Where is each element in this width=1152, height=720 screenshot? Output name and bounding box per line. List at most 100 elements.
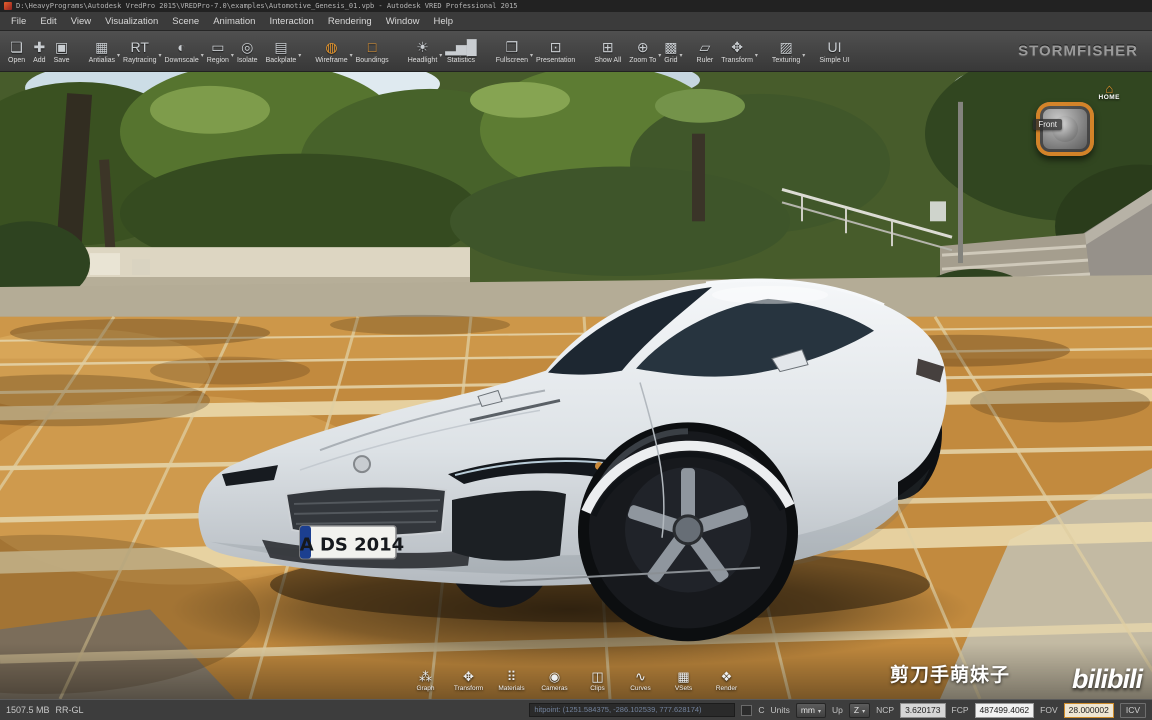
dock-button-label: Transform bbox=[453, 685, 484, 692]
dropdown-arrow-icon[interactable] bbox=[755, 44, 758, 62]
toolbar-button[interactable]: RT Raytracing bbox=[119, 31, 160, 71]
menubar: File Edit View Visualization Scene Anima… bbox=[0, 12, 1152, 31]
toolbar-button-icon: ✥ bbox=[731, 39, 743, 55]
toolbar-button-label: Raytracing bbox=[123, 57, 157, 64]
dock-button-label: VSets bbox=[674, 685, 693, 692]
toolbar-button-label: Boundings bbox=[355, 57, 389, 64]
toolbar-button-label: Headlight bbox=[407, 57, 438, 64]
memory-usage: 1507.5 MB bbox=[6, 705, 50, 715]
dock-button-icon: ▦ bbox=[677, 669, 690, 684]
toolbar-button[interactable]: ✥ Transform bbox=[717, 31, 757, 71]
menu-item[interactable]: Animation bbox=[206, 14, 262, 29]
toolbar-button[interactable]: ☀ Headlight bbox=[404, 31, 442, 71]
dock-button-label: Clips bbox=[590, 685, 605, 692]
dropdown-arrow-icon[interactable] bbox=[802, 44, 805, 62]
dock-button[interactable]: ◉ Cameras bbox=[537, 669, 573, 692]
current-view-label[interactable]: Front bbox=[1033, 119, 1062, 130]
dock-button[interactable]: ⠿ Materials bbox=[494, 669, 530, 692]
toolbar-button[interactable]: ▣ Save bbox=[50, 31, 74, 71]
fcp-label: FCP bbox=[951, 705, 969, 715]
dock-button[interactable]: ◫ Clips bbox=[580, 669, 616, 692]
toolbar-button-label: Downscale bbox=[164, 57, 199, 64]
dock-button-icon: ◫ bbox=[591, 669, 604, 684]
toolbar-button[interactable]: ⊕ Zoom To bbox=[625, 31, 660, 71]
toolbar-button-label: Statistics bbox=[446, 57, 475, 64]
chevron-down-icon bbox=[862, 705, 865, 715]
toolbar-button-icon: RT bbox=[130, 39, 149, 55]
toolbar-button-icon: □ bbox=[367, 39, 377, 55]
window-title: D:\HeavyPrograms\Autodesk VredPro 2015\V… bbox=[16, 2, 518, 10]
license-plate-text: A DS 2014 bbox=[300, 535, 404, 556]
toolbar-button[interactable]: ◎ Isolate bbox=[233, 31, 262, 71]
dock-button[interactable]: ⁂ Graph bbox=[408, 669, 444, 692]
dock-button-icon: ✥ bbox=[463, 669, 474, 684]
up-axis-value: Z bbox=[853, 705, 860, 715]
dropdown-arrow-icon[interactable] bbox=[680, 44, 683, 62]
toolbar-button-icon: ❏ bbox=[10, 39, 23, 55]
toolbar-button[interactable]: ▱ Ruler bbox=[693, 31, 718, 71]
toolbar-button[interactable]: ❏ Open bbox=[4, 31, 29, 71]
toolbar-button-label: Add bbox=[33, 57, 46, 64]
home-widget[interactable]: ⌂ HOME bbox=[1098, 82, 1121, 101]
menu-item[interactable]: View bbox=[64, 14, 98, 29]
toolbar-button-icon: ▨ bbox=[779, 39, 793, 55]
toolbar-button[interactable]: ▂▅█ Statistics bbox=[441, 31, 480, 71]
toolbar-button[interactable]: ⊞ Show All bbox=[590, 31, 625, 71]
toolbar-button-icon: ▂▅█ bbox=[445, 39, 477, 55]
hitpoint-field[interactable]: hitpoint: (1251.584375, -286.102539, 777… bbox=[529, 703, 736, 717]
toolbar-button[interactable]: ▩ Grid bbox=[660, 31, 681, 71]
toolbar-button-label: Antialias bbox=[88, 57, 116, 64]
dock-button-icon: ⠿ bbox=[506, 669, 517, 684]
toolbar-button[interactable]: ▨ Texturing bbox=[768, 31, 804, 71]
units-label: Units bbox=[770, 705, 790, 715]
toolbar-button-icon: ⊕ bbox=[636, 39, 649, 55]
dock-button[interactable]: ▦ VSets bbox=[666, 669, 702, 692]
ncp-value-field[interactable]: 3.620173 bbox=[900, 702, 946, 718]
toolbar-button-icon: ◍ bbox=[325, 39, 338, 55]
render-viewport[interactable]: A DS 2014 ⌂ HOME Front ⁂ Graph ✥ Transfo… bbox=[0, 72, 1152, 699]
up-axis-select[interactable]: Z bbox=[848, 702, 871, 718]
toolbar-items: ❏ Open ✚ Add ▣ Save ▦ ▾ Antialias RT ▾ R… bbox=[4, 31, 854, 71]
toolbar-button[interactable]: ▦ Antialias bbox=[85, 31, 119, 71]
toolbar-button[interactable]: ▤ Backplate bbox=[262, 31, 301, 71]
c-checkbox[interactable] bbox=[741, 704, 753, 716]
units-select[interactable]: mm bbox=[795, 702, 827, 718]
menu-item[interactable]: Visualization bbox=[98, 14, 165, 29]
toolbar-button[interactable]: □ Boundings bbox=[352, 31, 393, 71]
fcp-value-field[interactable]: 487499.4062 bbox=[974, 702, 1035, 718]
dropdown-arrow-icon[interactable] bbox=[298, 44, 301, 62]
dock-button[interactable]: ❖ Render bbox=[709, 669, 745, 692]
dock-button[interactable]: ✥ Transform bbox=[451, 669, 487, 692]
dock-button[interactable]: ∿ Curves bbox=[623, 669, 659, 692]
toolbar-button-label: Fullscreen bbox=[495, 57, 529, 64]
menu-item[interactable]: File bbox=[4, 14, 33, 29]
home-label: HOME bbox=[1098, 94, 1120, 101]
3d-scene[interactable]: A DS 2014 bbox=[0, 72, 1152, 699]
toolbar-button[interactable]: ✚ Add bbox=[29, 31, 49, 71]
menu-item[interactable]: Rendering bbox=[321, 14, 379, 29]
menu-item[interactable]: Window bbox=[379, 14, 427, 29]
toolbar-button[interactable]: ◐ Downscale bbox=[161, 31, 203, 71]
main-toolbar: ❏ Open ✚ Add ▣ Save ▦ ▾ Antialias RT ▾ R… bbox=[0, 31, 1152, 72]
toolbar-button[interactable]: ❒ Fullscreen bbox=[492, 31, 532, 71]
fov-value-field[interactable]: 28.000002 bbox=[1063, 702, 1114, 718]
menu-item[interactable]: Edit bbox=[33, 14, 63, 29]
toolbar-button-label: Grid bbox=[664, 57, 678, 64]
toolbar-button-icon: ▭ bbox=[211, 39, 225, 55]
dock-button-label: Materials bbox=[498, 685, 525, 692]
toolbar-button[interactable]: ▭ Region bbox=[203, 31, 233, 71]
toolbar-button-label: Open bbox=[8, 57, 26, 64]
toolbar-button-label: Transform bbox=[721, 57, 753, 64]
menu-item[interactable]: Interaction bbox=[262, 14, 320, 29]
toolbar-button-label: Show All bbox=[594, 57, 622, 64]
menu-item[interactable]: Scene bbox=[165, 14, 206, 29]
toolbar-button[interactable]: ⊡ Presentation bbox=[532, 31, 579, 71]
toolbar-button[interactable]: ◍ Wireframe bbox=[311, 31, 351, 71]
menu-item[interactable]: Help bbox=[426, 14, 460, 29]
renderer-mode: RR-GL bbox=[55, 705, 84, 715]
icv-button[interactable]: ICV bbox=[1119, 702, 1146, 718]
toolbar-button[interactable]: UI Simple UI bbox=[815, 31, 853, 71]
toolbar-button-label: Simple UI bbox=[819, 57, 850, 64]
home-icon[interactable]: ⌂ bbox=[1099, 82, 1121, 95]
toolbar-button-label: Ruler bbox=[696, 57, 714, 64]
